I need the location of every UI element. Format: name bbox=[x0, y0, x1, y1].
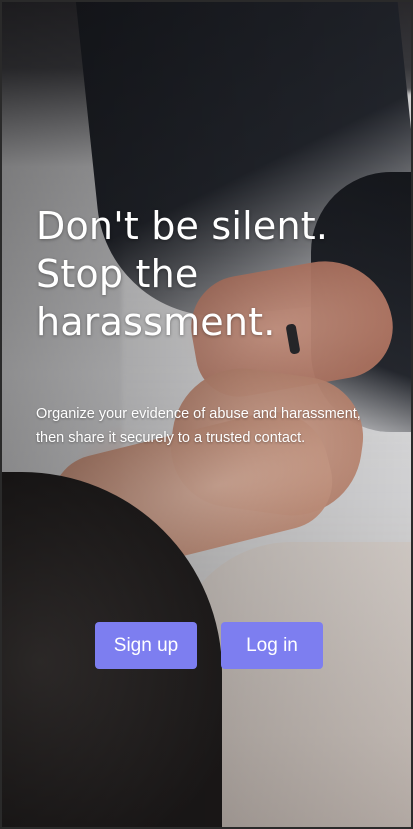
auth-buttons: Sign up Log in bbox=[95, 622, 323, 669]
signup-button[interactable]: Sign up bbox=[95, 622, 197, 669]
hero-content: Don't be silent. Stop the harassment. Or… bbox=[36, 202, 391, 450]
headline-line-3: harassment. bbox=[36, 300, 276, 344]
welcome-screen: Don't be silent. Stop the harassment. Or… bbox=[0, 0, 413, 829]
subtitle: Organize your evidence of abuse and hara… bbox=[36, 406, 361, 446]
headline-line-1: Don't be silent. bbox=[36, 204, 329, 248]
headline: Don't be silent. Stop the harassment. bbox=[36, 202, 391, 346]
login-button[interactable]: Log in bbox=[221, 622, 323, 669]
headline-line-2: Stop the bbox=[36, 252, 199, 296]
